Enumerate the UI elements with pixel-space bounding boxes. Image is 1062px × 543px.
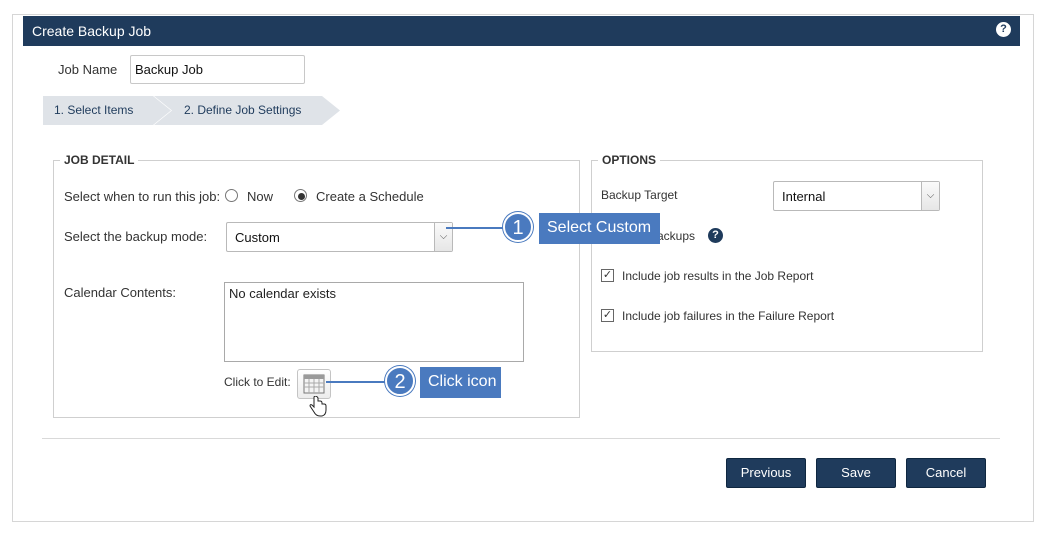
job-name-input[interactable] [130, 55, 305, 84]
include-job-failures-checkbox[interactable]: ✓ [601, 309, 614, 322]
save-button[interactable]: Save [816, 458, 896, 488]
radio-now[interactable] [225, 189, 238, 202]
calendar-contents-box[interactable]: No calendar exists [224, 282, 524, 362]
radio-create-schedule-label[interactable]: Create a Schedule [316, 189, 424, 204]
previous-button[interactable]: Previous [726, 458, 806, 488]
callout-connector [446, 227, 508, 229]
help-icon[interactable]: ? [996, 22, 1011, 37]
chevron-down-icon[interactable]: ⌵ [921, 182, 939, 210]
backup-target-select[interactable]: Internal ⌵ [773, 181, 940, 211]
job-detail-legend: JOB DETAIL [64, 153, 135, 167]
step-select-items[interactable]: 1. Select Items [43, 96, 171, 125]
callout-label: Click icon [420, 367, 501, 398]
step-define-job-settings[interactable]: 2. Define Job Settings [154, 96, 340, 125]
help-icon[interactable]: ? [708, 228, 723, 243]
callout-label: Select Custom [539, 213, 660, 244]
dialog-titlebar: Create Backup Job ? [23, 16, 1020, 46]
calendar-contents-label: Calendar Contents: [64, 285, 177, 300]
backup-mode-select[interactable]: Custom ⌵ [226, 222, 453, 252]
divider [42, 438, 1000, 439]
options-legend: OPTIONS [602, 153, 657, 167]
radio-create-schedule[interactable] [294, 189, 307, 202]
backup-target-label: Backup Target [601, 188, 678, 202]
backups-label: ackups [657, 229, 696, 243]
backup-mode-label: Select the backup mode: [64, 229, 208, 244]
click-to-edit-label: Click to Edit: [224, 375, 291, 389]
hand-cursor-icon [309, 396, 327, 417]
callout-number: 2 [385, 366, 415, 396]
include-job-failures-label[interactable]: Include job failures in the Failure Repo… [622, 309, 834, 323]
job-name-label: Job Name [58, 62, 118, 77]
backup-mode-value: Custom [235, 230, 280, 245]
dialog-title: Create Backup Job [32, 23, 152, 39]
include-job-results-label[interactable]: Include job results in the Job Report [622, 269, 813, 283]
backup-target-value: Internal [782, 189, 826, 204]
callout-number: 1 [503, 212, 533, 242]
include-job-results-checkbox[interactable]: ✓ [601, 269, 614, 282]
calendar-edit-button[interactable] [297, 369, 331, 399]
calendar-icon [303, 374, 325, 394]
radio-now-label[interactable]: Now [247, 189, 273, 204]
run-when-label: Select when to run this job: [64, 189, 221, 204]
cancel-button[interactable]: Cancel [906, 458, 986, 488]
callout-connector [326, 381, 390, 383]
